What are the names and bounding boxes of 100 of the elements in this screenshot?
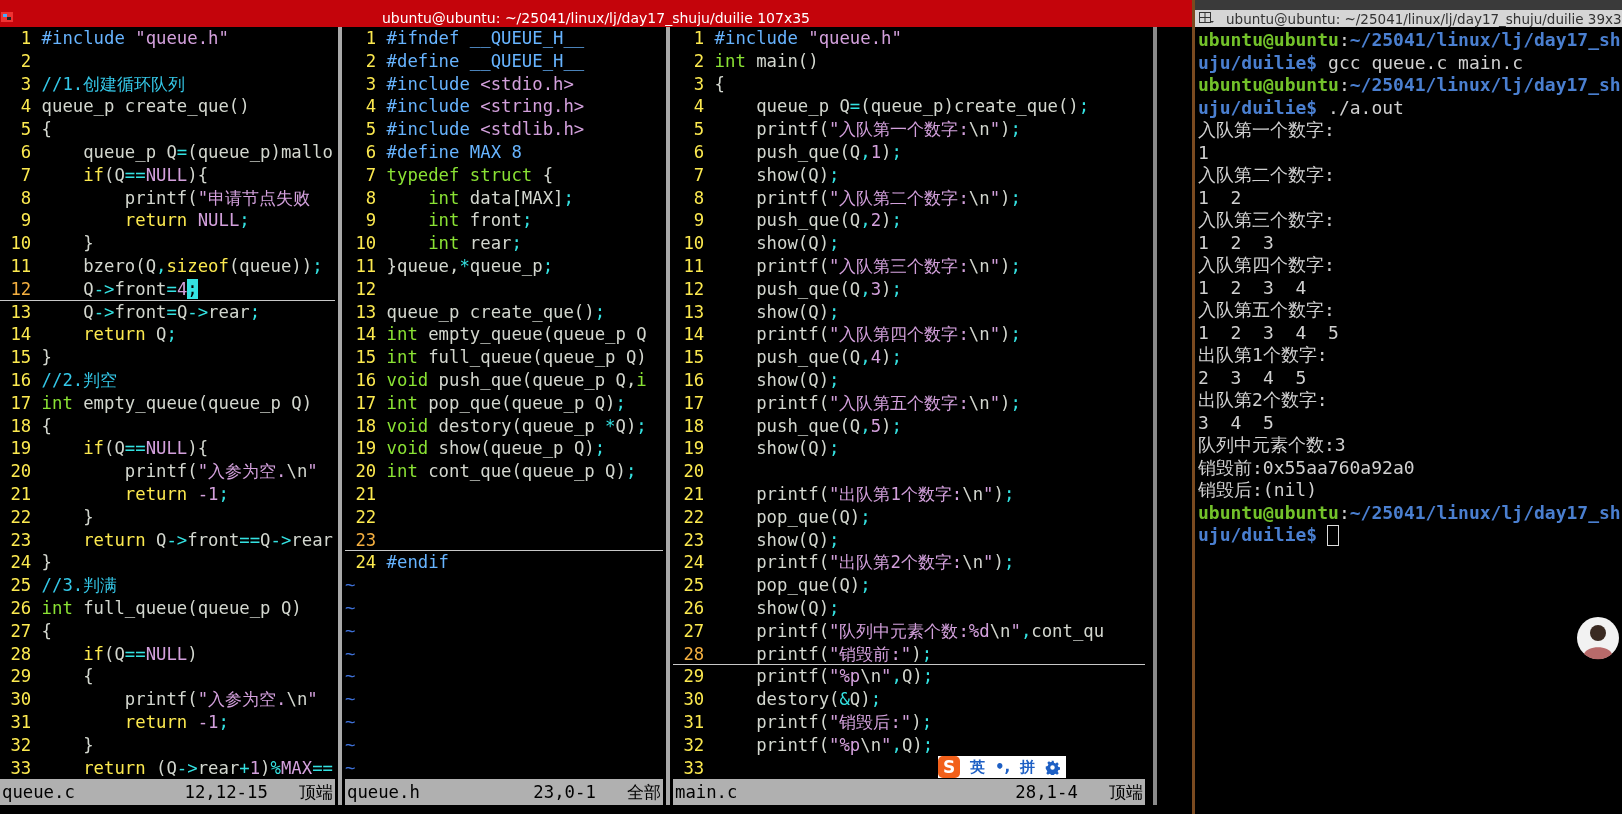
line-number: 1: [19, 27, 32, 50]
code-line: pop_que(Q);: [755, 574, 871, 597]
code-line: #include <stdio.h>: [386, 72, 574, 96]
empty-line-marker: ~: [345, 688, 356, 711]
code-line: #include "queue.h": [41, 27, 229, 50]
line-number: 3: [19, 72, 32, 96]
line-number: 16: [354, 368, 377, 392]
code-line: return -1;: [123, 710, 229, 734]
line-number: 1: [364, 27, 377, 50]
code-line: #endif: [386, 551, 450, 575]
code-line: int data[MAX];: [427, 186, 574, 210]
line-number: 15: [9, 346, 32, 369]
line-number: 1: [692, 27, 705, 50]
empty-line-marker: ~: [345, 642, 356, 666]
code-line: push_que(Q,1);: [755, 141, 902, 164]
line-number: 4: [19, 95, 32, 119]
line-number: 27: [9, 619, 32, 643]
terminal-line: 3 4 5: [1198, 411, 1274, 434]
line-number: 17: [354, 391, 377, 415]
line-number: 16: [9, 368, 32, 392]
code-line: printf("出队第1个数字:\n");: [755, 482, 1015, 506]
code-line: typedef struct {: [386, 163, 554, 187]
line-number: 9: [692, 209, 705, 233]
terminal-line: 销毁后:(nil): [1198, 479, 1318, 502]
line-number: 2: [19, 49, 32, 73]
line-number: 27: [682, 619, 705, 643]
code-line: if(Q==NULL): [82, 642, 198, 666]
avatar-icon[interactable]: [1576, 616, 1620, 660]
code-line: return (Q->rear+1)%MAX==: [82, 756, 333, 780]
code-line: printf("申请节点失败: [123, 186, 311, 210]
code-line: }: [41, 346, 52, 369]
line-number: 9: [364, 209, 377, 233]
line-number: 7: [19, 163, 32, 187]
line-number: 24: [354, 551, 377, 575]
terminal-line: 入队第五个数字:: [1198, 299, 1335, 322]
line-number: 13: [682, 300, 705, 324]
line-number: 10: [682, 232, 705, 255]
line-number: 31: [9, 710, 32, 734]
terminal-line: 入队第四个数字:: [1198, 254, 1335, 277]
line-number: 20: [354, 460, 377, 483]
line-number: 14: [354, 323, 377, 347]
line-number: 29: [682, 665, 705, 689]
code-line: printf("入队第三个数字:\n");: [755, 254, 1021, 278]
line-number: 25: [9, 574, 32, 597]
punctuation-toggle[interactable]: •,: [995, 758, 1011, 776]
terminal-line: 销毁前:0x55aa760a92a0: [1198, 456, 1415, 479]
empty-line-marker: ~: [345, 710, 356, 734]
line-number: 18: [9, 414, 32, 438]
code-line: printf("入队第二个数字:\n");: [755, 186, 1021, 210]
line-number: 22: [354, 505, 377, 529]
line-number: 10: [354, 232, 377, 255]
code-line: queue_p create_que();: [386, 300, 606, 324]
line-number: 23: [682, 528, 705, 552]
line-number: 5: [364, 118, 377, 141]
line-number: 6: [364, 141, 377, 164]
line-number: 16: [682, 368, 705, 392]
code-line: #define __QUEUE_H__: [386, 49, 585, 73]
line-number: 3: [692, 72, 705, 96]
line-number: 33: [682, 756, 705, 780]
code-line: push_que(Q,3);: [755, 277, 902, 301]
code-line: queue_p Q=(queue_p)mallo: [82, 141, 333, 164]
empty-line-marker: ~: [345, 756, 356, 780]
terminal-line: 出队第2个数字:: [1198, 389, 1328, 412]
language-toggle[interactable]: 英: [970, 757, 985, 777]
code-line: }: [82, 733, 94, 757]
terminal-line: 出队第1个数字:: [1198, 344, 1328, 367]
code-line: show(Q);: [755, 163, 840, 187]
code-line: push_que(Q,2);: [755, 209, 902, 233]
line-number: 21: [9, 482, 32, 506]
window-title: ubuntu@ubuntu: ~/25041/linux/lj/day17_shuju/duilie 39x3: [1226, 10, 1622, 27]
settings-icon[interactable]: [1045, 759, 1061, 775]
line-number: 24: [9, 551, 32, 575]
terminal-icon[interactable]: [1, 12, 13, 22]
empty-line-marker: ~: [345, 665, 356, 689]
line-number: 25: [682, 574, 705, 597]
code-line: return Q->front==Q->rear: [82, 528, 333, 552]
line-number: 10: [9, 232, 32, 255]
code-line: printf("%p\n",Q);: [755, 665, 934, 689]
code-line: show(Q);: [755, 528, 840, 552]
line-number: 28: [9, 642, 32, 666]
code-line: bzero(Q,sizeof(queue));: [82, 254, 323, 278]
empty-line-marker: ~: [345, 596, 356, 620]
line-number: 4: [692, 95, 705, 119]
input-mode-toggle[interactable]: 拼: [1020, 757, 1036, 777]
scroll-position: 顶端: [299, 781, 333, 805]
line-number: 12: [9, 277, 32, 300]
line-number: 14: [682, 323, 705, 347]
file-name: queue.c: [2, 781, 75, 805]
terminal-line: 1 2: [1198, 186, 1242, 209]
code-line: #ifndef __QUEUE_H__: [386, 27, 585, 50]
code-line: }: [82, 505, 94, 529]
code-line: //1.创建循环队列: [41, 72, 186, 96]
terminal-line: uju/duilie$: [1198, 524, 1318, 547]
terminal-line: 2 3 4 5: [1198, 366, 1307, 389]
line-number: 30: [682, 688, 705, 711]
code-line: }: [82, 232, 94, 255]
code-line: return -1;: [123, 482, 229, 506]
grid-icon[interactable]: [1199, 12, 1214, 25]
line-number: 17: [9, 391, 32, 415]
line-number: 5: [19, 118, 32, 141]
